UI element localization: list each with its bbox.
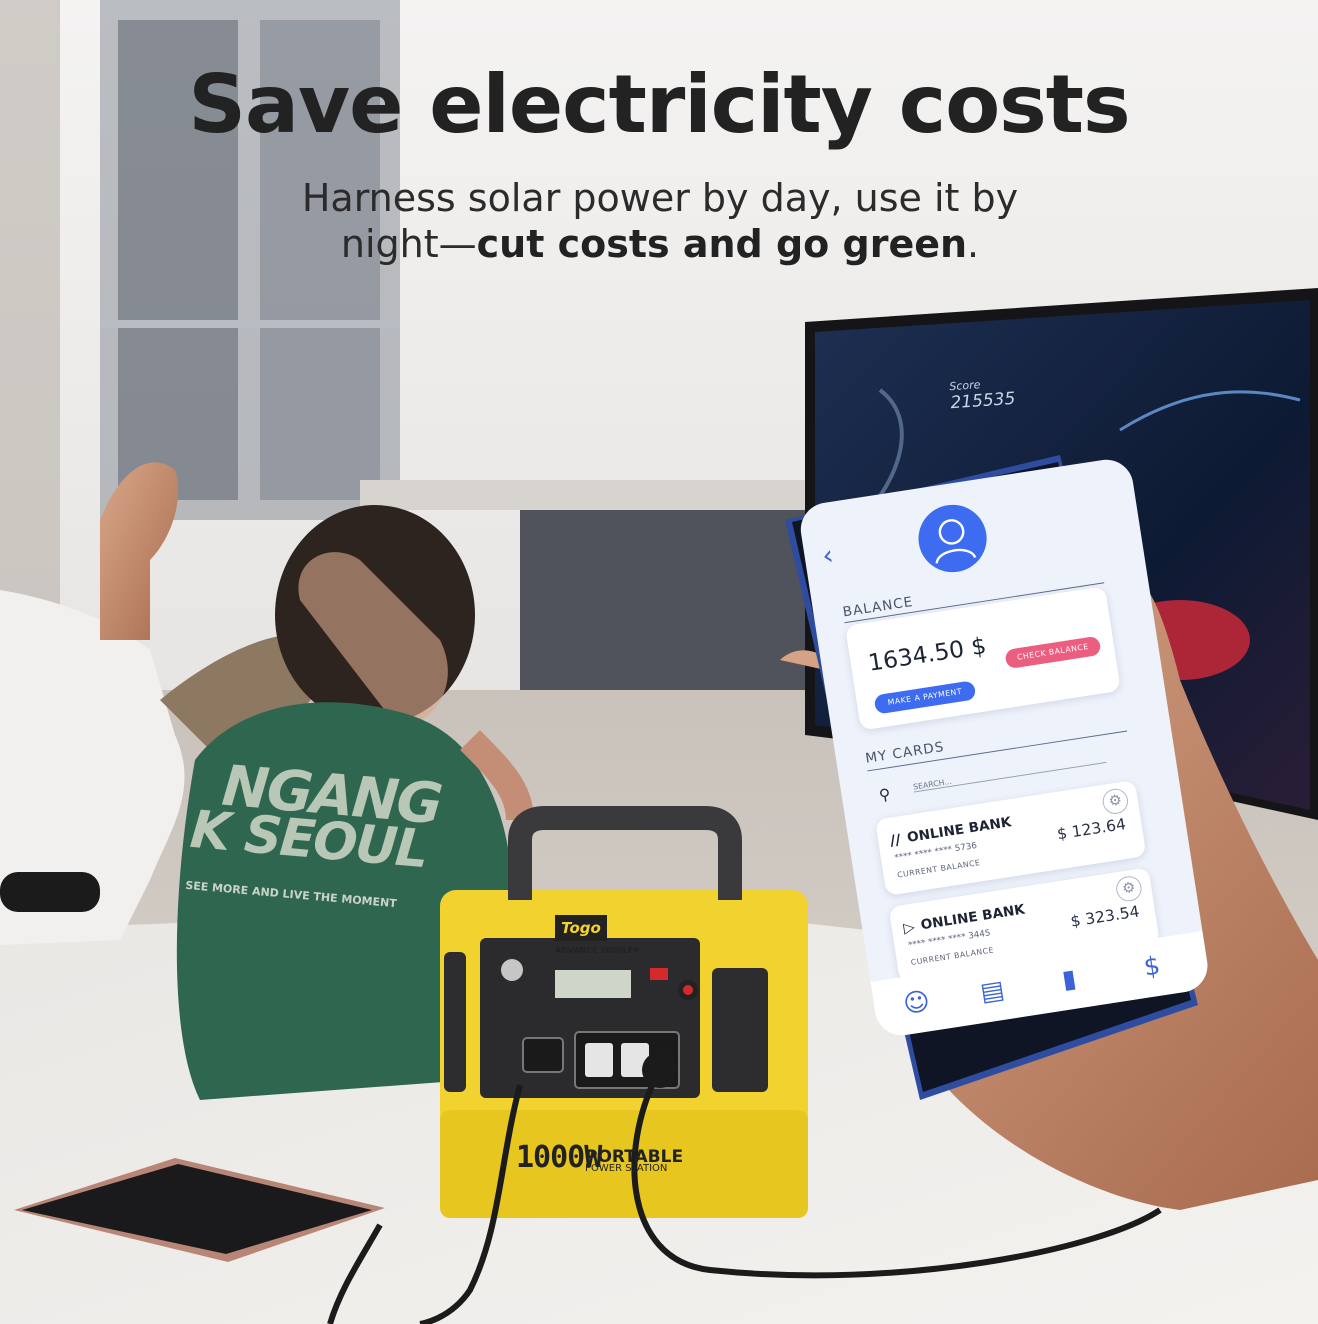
profile-icon[interactable]: ☺: [901, 987, 931, 1020]
subheadline-bold: cut costs and go green: [476, 222, 968, 266]
bank-name: ONLINE BANK: [919, 902, 1026, 934]
station-model: ADVANCE 1000LFP: [555, 946, 640, 955]
make-payment-button[interactable]: MAKE A PAYMENT: [873, 680, 977, 715]
product-photo: Save electricity costs Harness solar pow…: [0, 0, 1318, 1324]
stats-icon[interactable]: ▮: [1060, 964, 1078, 995]
headline: Save electricity costs: [188, 58, 1130, 151]
avatar[interactable]: [913, 500, 992, 577]
my-cards-title: MY CARDS: [864, 739, 946, 767]
station-brand-logo: Togo: [555, 915, 607, 941]
tv-game-score: Score 215535: [949, 376, 1016, 413]
bank-name: ONLINE BANK: [906, 814, 1013, 846]
subheadline-end: .: [967, 222, 980, 266]
gear-icon[interactable]: ⚙: [1100, 787, 1130, 816]
search-icon: ⚲: [877, 784, 892, 805]
card-amount: $ 123.64: [1055, 814, 1128, 844]
subheadline: Harness solar power by day, use it by ni…: [260, 175, 1060, 267]
gear-icon[interactable]: ⚙: [1114, 874, 1144, 904]
user-avatar-icon: [935, 519, 977, 564]
station-label-bottom: POWER STATION: [585, 1163, 668, 1174]
card-amount: $ 323.54: [1069, 901, 1141, 931]
card-balance-label: CURRENT BALANCE: [896, 858, 981, 880]
back-arrow-icon[interactable]: ‹: [820, 539, 836, 572]
bank-logo-icon: ▷: [902, 918, 916, 937]
check-balance-button[interactable]: CHECK BALANCE: [1004, 635, 1102, 670]
bank-logo-icon: ∕∕: [888, 830, 902, 850]
dollar-icon[interactable]: $: [1142, 951, 1162, 982]
card-icon[interactable]: ▤: [978, 975, 1006, 1007]
balance-amount: 1634.50 $: [866, 631, 989, 677]
